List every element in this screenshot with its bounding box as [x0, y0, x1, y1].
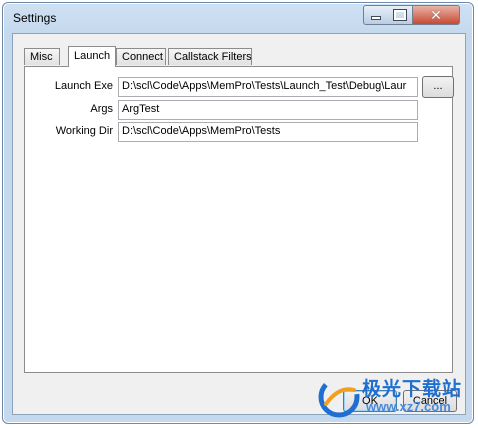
working-dir-label: Working Dir	[55, 125, 113, 137]
tab-misc[interactable]: Misc	[24, 48, 60, 65]
args-label: Args	[90, 103, 113, 115]
tab-callstack-filters[interactable]: Callstack Filters	[168, 48, 252, 65]
minimize-icon	[371, 16, 381, 20]
tab-connect[interactable]: Connect	[116, 48, 166, 65]
dialog-client-area: Misc Launch Connect Callstack Filters La…	[12, 33, 466, 415]
launch-exe-field[interactable]: D:\scl\Code\Apps\MemPro\Tests\Launch_Tes…	[118, 77, 418, 97]
browse-button[interactable]: ...	[422, 76, 454, 98]
maximize-button[interactable]	[388, 5, 413, 25]
site-watermark: 极光下载站 www.xz7.com	[316, 374, 474, 422]
maximize-icon	[393, 9, 407, 21]
watermark-logo-icon	[318, 376, 360, 418]
minimize-button[interactable]	[363, 5, 389, 25]
settings-window: Settings ✕ Misc Launch Connect Callstack…	[2, 2, 474, 424]
close-button[interactable]: ✕	[413, 5, 460, 25]
watermark-url: www.xz7.com	[366, 399, 451, 414]
launch-exe-label: Launch Exe	[54, 80, 113, 92]
tab-launch[interactable]: Launch	[68, 46, 116, 67]
close-icon: ✕	[430, 7, 442, 23]
args-field[interactable]: ArgTest	[118, 100, 418, 120]
window-title: Settings	[13, 11, 57, 25]
working-dir-field[interactable]: D:\scl\Code\Apps\MemPro\Tests	[118, 122, 418, 142]
watermark-title: 极光下载站	[362, 379, 463, 400]
launch-tab-panel: Launch Exe D:\scl\Code\Apps\MemPro\Tests…	[24, 66, 454, 373]
